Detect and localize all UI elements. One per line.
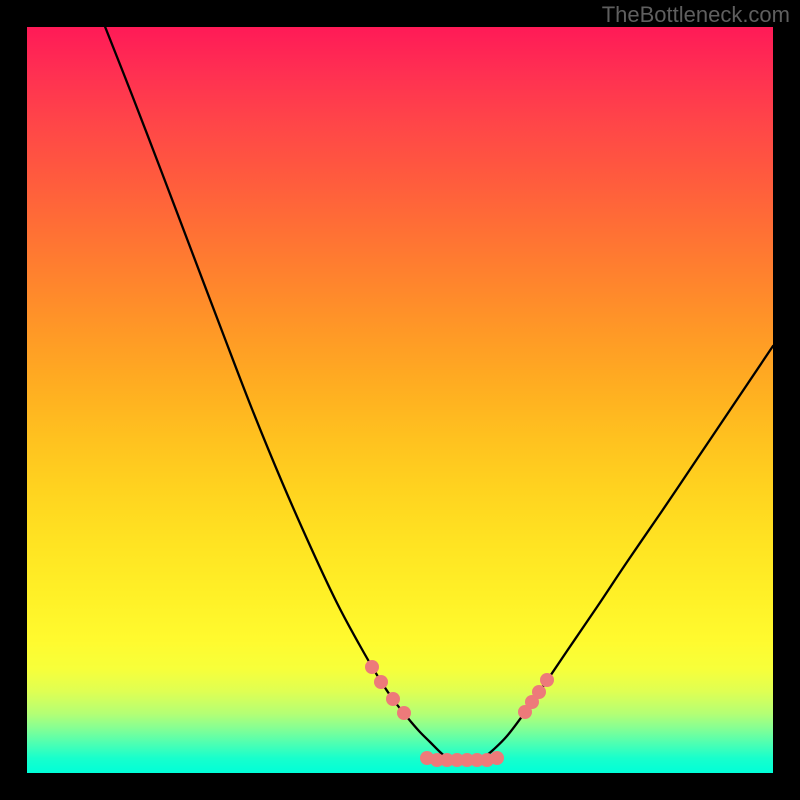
- marker-dot: [374, 675, 388, 689]
- marker-dot: [386, 692, 400, 706]
- marker-dot: [397, 706, 411, 720]
- marker-dot: [540, 673, 554, 687]
- marker-dot: [365, 660, 379, 674]
- markers-layer: [27, 27, 773, 773]
- marker-group: [365, 660, 554, 767]
- marker-dot: [532, 685, 546, 699]
- marker-dot: [490, 751, 504, 765]
- watermark-text: TheBottleneck.com: [602, 2, 790, 28]
- chart-frame: [27, 27, 773, 773]
